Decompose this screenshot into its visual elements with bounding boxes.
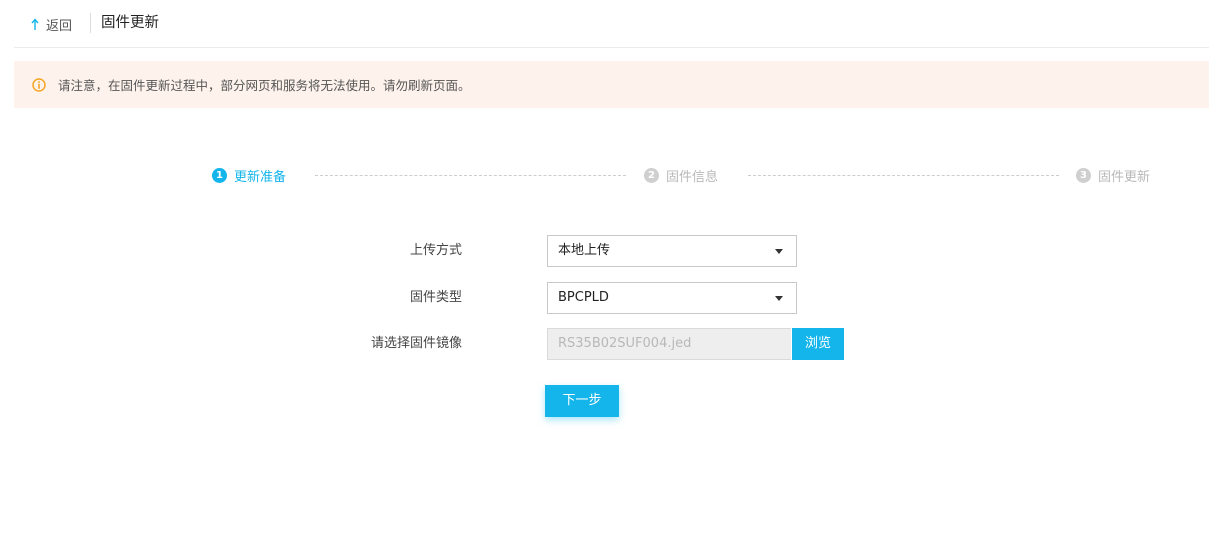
caret-down-icon xyxy=(775,296,783,301)
next-step-button[interactable]: 下一步 xyxy=(545,385,619,417)
step-label: 更新准备 xyxy=(234,170,287,185)
step-firmware-info: 2 固件信息 xyxy=(644,166,718,185)
firmware-type-select[interactable]: BPCPLD xyxy=(547,282,797,314)
step-number: 1 xyxy=(212,168,227,183)
page-header: 返回 固件更新 xyxy=(14,0,1209,48)
notice-text: 请注意，在固件更新过程中，部分网页和服务将无法使用。请勿刷新页面。 xyxy=(58,78,471,93)
firmware-image-row: 请选择固件镜像 RS35B02SUF004.jed 浏览 xyxy=(0,328,1209,360)
progress-stepper: 1 更新准备 2 固件信息 3 固件更新 xyxy=(0,166,1209,186)
step-update-prepare: 1 更新准备 xyxy=(212,166,286,185)
browse-button[interactable]: 浏览 xyxy=(792,328,844,360)
firmware-image-value: RS35B02SUF004.jed xyxy=(558,336,692,351)
firmware-type-row: 固件类型 BPCPLD xyxy=(0,282,1209,314)
firmware-image-label: 请选择固件镜像 xyxy=(370,336,462,351)
step-firmware-update: 3 固件更新 xyxy=(1076,166,1150,185)
firmware-type-value: BPCPLD xyxy=(558,290,609,305)
step-number: 3 xyxy=(1076,168,1091,183)
page-title: 固件更新 xyxy=(101,15,159,31)
firmware-type-label: 固件类型 xyxy=(409,290,462,305)
caret-down-icon xyxy=(775,249,783,254)
step-connector xyxy=(315,175,626,176)
firmware-image-field[interactable]: RS35B02SUF004.jed xyxy=(547,328,791,360)
upload-method-row: 上传方式 本地上传 xyxy=(0,235,1209,267)
back-label: 返回 xyxy=(46,18,73,34)
warning-icon xyxy=(32,77,46,92)
notice-banner: 请注意，在固件更新过程中，部分网页和服务将无法使用。请勿刷新页面。 xyxy=(14,61,1209,108)
step-connector xyxy=(748,175,1059,176)
header-divider xyxy=(90,13,91,33)
back-button[interactable]: 返回 xyxy=(30,15,73,34)
step-label: 固件信息 xyxy=(666,170,719,185)
back-arrow-icon xyxy=(31,18,39,30)
upload-method-select[interactable]: 本地上传 xyxy=(547,235,797,267)
upload-method-label: 上传方式 xyxy=(409,243,462,258)
step-label: 固件更新 xyxy=(1098,170,1151,185)
step-number: 2 xyxy=(644,168,659,183)
upload-method-value: 本地上传 xyxy=(558,243,611,258)
